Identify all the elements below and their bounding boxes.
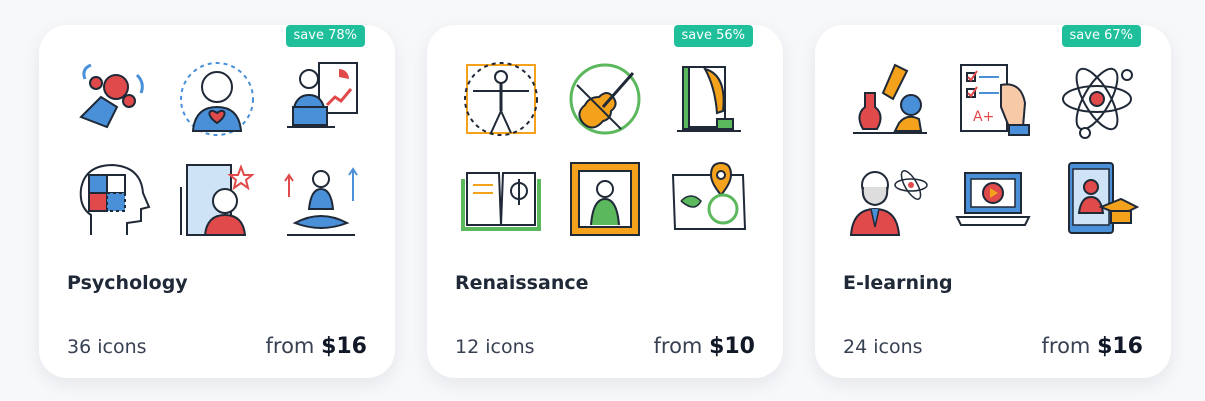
discount-badge: save 56% xyxy=(673,25,753,47)
price-amount: $16 xyxy=(321,334,367,359)
price: from $10 xyxy=(654,334,756,359)
pack-title: E-learning xyxy=(843,272,953,294)
icon-pack-card-psychology[interactable]: save 78% Psychology 36 icons from $16 xyxy=(39,25,395,378)
price-prefix: from xyxy=(265,334,315,358)
book-quill-icon xyxy=(657,49,761,149)
icon-preview-grid xyxy=(61,49,373,249)
price: from $16 xyxy=(1042,334,1144,359)
price-amount: $16 xyxy=(1097,334,1143,359)
puzzle-head-icon xyxy=(61,149,165,249)
tablet-graduate-icon xyxy=(1045,149,1149,249)
woman-heart-icon xyxy=(165,49,269,149)
violin-icon xyxy=(553,49,657,149)
presenter-laptop-chart-icon xyxy=(269,49,373,149)
icon-count: 24 icons xyxy=(843,336,923,358)
price-amount: $10 xyxy=(709,334,755,359)
icon-count: 36 icons xyxy=(67,336,147,358)
fidget-spinner-hand-icon xyxy=(61,49,165,149)
svg-text:A+: A+ xyxy=(973,109,994,125)
vitruvian-man-icon xyxy=(449,49,553,149)
icon-preview-grid xyxy=(449,49,761,249)
boy-mirror-icon xyxy=(165,149,269,249)
laptop-video-play-icon xyxy=(941,149,1045,249)
price-prefix: from xyxy=(653,334,703,358)
mona-lisa-painting-icon xyxy=(553,149,657,249)
open-book-phi-icon xyxy=(449,149,553,249)
meditation-icon xyxy=(269,149,373,249)
price: from $16 xyxy=(266,334,368,359)
icon-preview-grid: A+ xyxy=(837,49,1149,249)
icon-pack-card-renaissance[interactable]: save 56% Renaissance 12 icons from $10 xyxy=(427,25,783,378)
pack-title: Renaissance xyxy=(455,272,589,294)
microscope-flask-icon xyxy=(837,49,941,149)
discount-badge: save 67% xyxy=(1061,25,1141,47)
icon-count: 12 icons xyxy=(455,336,535,358)
price-prefix: from xyxy=(1041,334,1091,358)
discount-badge: save 78% xyxy=(285,25,365,47)
icon-pack-row: save 78% Psychology 36 icons from $16 sa… xyxy=(0,0,1205,401)
icon-pack-card-e-learning[interactable]: save 67% A+ E-learning 24 icons from $16 xyxy=(815,25,1171,378)
atom-icon xyxy=(1045,49,1149,149)
map-pin-globe-icon xyxy=(657,149,761,249)
pack-title: Psychology xyxy=(67,272,188,294)
test-paper-a-plus-icon: A+ xyxy=(941,49,1045,149)
professor-atom-icon xyxy=(837,149,941,249)
